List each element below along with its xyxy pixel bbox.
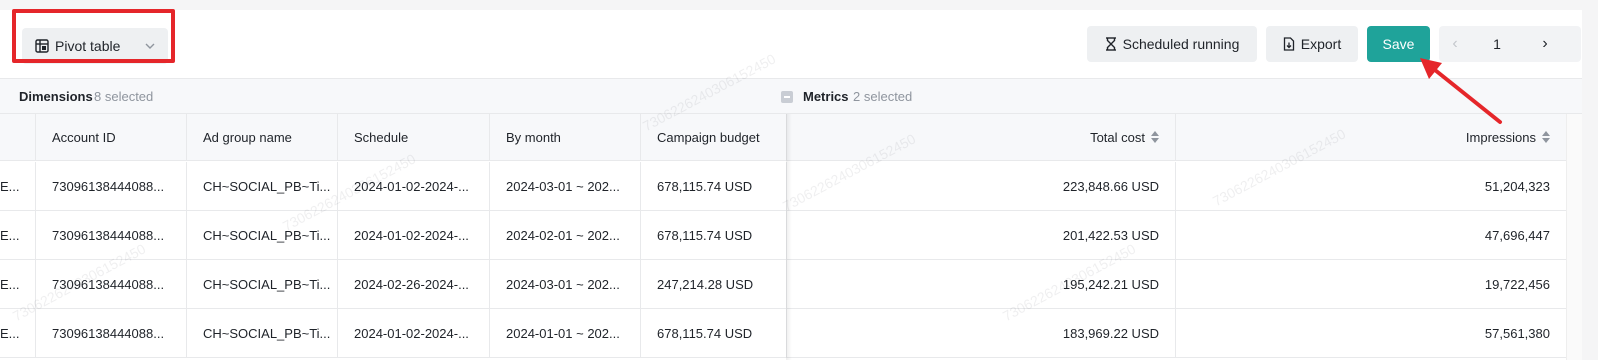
header-by-month[interactable]: By month: [490, 114, 641, 160]
schedule-cell: 2024-01-02-2024-...: [338, 211, 490, 259]
impressions-cell: 19,722,456: [1484, 276, 1550, 292]
sort-icon[interactable]: [1151, 131, 1159, 143]
by-month-cell: 2024-03-01 ~ 202...: [490, 260, 641, 308]
ad-group-cell: CH~SOCIAL_PB~Ti...: [187, 309, 338, 357]
budget-cell: 678,115.74 USD: [641, 309, 787, 357]
export-label: Export: [1300, 36, 1342, 52]
table-row[interactable]: E... 73096138444088... CH~SOCIAL_PB~Ti..…: [0, 211, 1566, 260]
budget-cell: 247,214.28 USD: [641, 260, 787, 308]
header-campaign-budget[interactable]: Campaign budget: [641, 114, 787, 160]
schedule-cell: 2024-01-02-2024-...: [338, 309, 490, 357]
chevron-down-icon: [142, 38, 158, 54]
lead-cell: E...: [0, 260, 36, 308]
section-header-bar: Dimensions 8 selected Metrics 2 selected: [0, 78, 1582, 114]
pivot-table-icon: [35, 39, 49, 53]
impressions-cell: 47,696,447: [1484, 227, 1550, 243]
header-account-id[interactable]: Account ID: [36, 114, 187, 160]
vertical-scrollbar[interactable]: [1566, 114, 1582, 360]
total-cost-cell: 223,848.66 USD: [787, 162, 1176, 210]
ad-group-cell: CH~SOCIAL_PB~Ti...: [187, 260, 338, 308]
header-total-cost[interactable]: Total cost: [787, 114, 1176, 160]
account-id-cell: 73096138444088...: [36, 260, 187, 308]
budget-cell: 678,115.74 USD: [641, 162, 787, 210]
page-number[interactable]: 1: [1479, 26, 1515, 62]
ad-group-cell: CH~SOCIAL_PB~Ti...: [187, 211, 338, 259]
total-cost-cell: 195,242.21 USD: [787, 260, 1176, 308]
by-month-cell: 2024-01-01 ~ 202...: [490, 309, 641, 357]
dimensions-title: Dimensions: [19, 89, 93, 104]
header-impressions-label: Impressions: [1465, 129, 1536, 145]
metrics-title: Metrics: [803, 89, 849, 104]
chevron-left-icon[interactable]: ‹: [1443, 32, 1467, 56]
total-cost-cell: 183,969.22 USD: [787, 309, 1176, 357]
header-total-cost-label: Total cost: [1090, 129, 1145, 145]
account-id-cell: 73096138444088...: [36, 162, 187, 210]
lead-cell: E...: [0, 211, 36, 259]
scheduled-running-label: Scheduled running: [1122, 36, 1240, 52]
account-id-cell: 73096138444088...: [36, 211, 187, 259]
schedule-cell: 2024-01-02-2024-...: [338, 162, 490, 210]
dimensions-count: 8 selected: [94, 89, 154, 104]
total-cost-cell: 201,422.53 USD: [787, 211, 1176, 259]
view-type-select[interactable]: Pivot table: [22, 28, 168, 64]
toolbar: Pivot table Scheduled running Export Sav…: [0, 10, 1582, 78]
header-ad-group-name[interactable]: Ad group name: [187, 114, 338, 160]
table-row[interactable]: E... 73096138444088... CH~SOCIAL_PB~Ti..…: [0, 162, 1566, 211]
export-button[interactable]: Export: [1266, 26, 1358, 62]
budget-cell: 678,115.74 USD: [641, 211, 787, 259]
report-card: Pivot table Scheduled running Export Sav…: [0, 10, 1582, 360]
by-month-cell: 2024-03-01 ~ 202...: [490, 162, 641, 210]
hourglass-icon: [1105, 37, 1117, 51]
sort-icon[interactable]: [1542, 131, 1550, 143]
by-month-cell: 2024-02-01 ~ 202...: [490, 211, 641, 259]
metrics-count: 2 selected: [853, 89, 913, 104]
export-file-icon: [1283, 37, 1295, 51]
impressions-cell: 57,561,380: [1484, 325, 1550, 341]
collapse-icon[interactable]: [781, 91, 793, 103]
header-impressions[interactable]: Impressions: [1176, 114, 1566, 160]
lead-cell: E...: [0, 162, 36, 210]
account-id-cell: 73096138444088...: [36, 309, 187, 357]
lead-cell: E...: [0, 309, 36, 357]
scheduled-running-button[interactable]: Scheduled running: [1087, 26, 1257, 62]
table-row[interactable]: E... 73096138444088... CH~SOCIAL_PB~Ti..…: [0, 309, 1566, 358]
impressions-cell: 51,204,323: [1484, 178, 1550, 194]
header-schedule[interactable]: Schedule: [338, 114, 490, 160]
save-button[interactable]: Save: [1367, 26, 1430, 62]
table-header-row: Account ID Ad group name Schedule By mon…: [0, 114, 1566, 161]
view-type-label: Pivot table: [55, 38, 121, 54]
ad-group-cell: CH~SOCIAL_PB~Ti...: [187, 162, 338, 210]
schedule-cell: 2024-02-26-2024-...: [338, 260, 490, 308]
header-cell-lead: [0, 114, 36, 160]
pagination: ‹ 1 ›: [1439, 26, 1581, 62]
table-row[interactable]: E... 73096138444088... CH~SOCIAL_PB~Ti..…: [0, 260, 1566, 309]
chevron-right-icon[interactable]: ›: [1533, 32, 1557, 56]
